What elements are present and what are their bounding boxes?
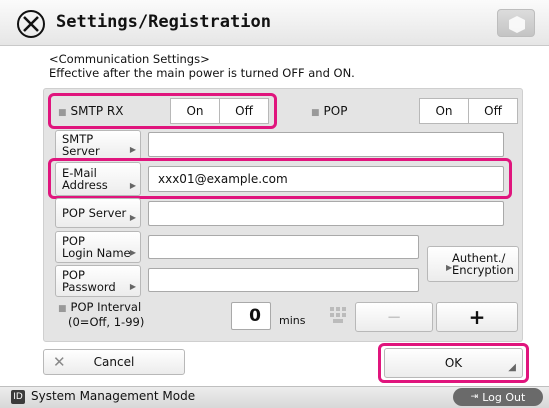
bullet-icon: ■ xyxy=(58,304,67,314)
logout-icon: ⇥ xyxy=(470,392,479,402)
pop-login-name-input[interactable] xyxy=(148,235,419,259)
log-out-label: Log Out xyxy=(482,390,526,404)
pop-off-button[interactable]: Off xyxy=(468,99,517,123)
pop-server-label: POP Server xyxy=(62,206,127,220)
email-highlight xyxy=(48,158,512,199)
settings-wrench-icon xyxy=(17,10,45,38)
smtp-server-label: SMTP Server xyxy=(62,132,100,158)
pop-password-input[interactable] xyxy=(148,268,419,292)
pop-login-name-button[interactable]: POP Login Name ▶ xyxy=(55,231,141,263)
smtp-server-button[interactable]: SMTP Server ▶ xyxy=(55,130,141,160)
numeric-keypad-icon[interactable] xyxy=(329,306,347,324)
smtp-server-input[interactable] xyxy=(148,132,504,157)
chevron-right-icon: ▶ xyxy=(129,145,136,154)
chevron-right-icon: ▶ xyxy=(129,248,136,257)
decrement-button[interactable]: − xyxy=(355,302,433,332)
system-management-id-icon: ID xyxy=(11,390,25,404)
pop-login-label-line2: Login Name xyxy=(62,246,131,260)
increment-button[interactable]: + xyxy=(436,302,518,332)
pop-label: ■ POP xyxy=(311,104,348,118)
authent-encryption-button[interactable]: Authent./ Encryption ▶ xyxy=(427,246,519,282)
chevron-right-icon: ▶ xyxy=(129,213,136,222)
close-icon: ✕ xyxy=(53,353,66,371)
pop-server-button[interactable]: POP Server ▶ xyxy=(55,198,141,228)
authent-label-line2: Encryption xyxy=(452,263,514,277)
ok-highlight xyxy=(378,343,529,383)
cube-menu-button[interactable] xyxy=(497,9,535,37)
page-title: Settings/Registration xyxy=(56,12,271,32)
system-management-mode-label: System Management Mode xyxy=(31,389,196,403)
bullet-icon: ■ xyxy=(311,108,320,118)
section-heading: <Communication Settings> xyxy=(49,52,210,66)
cancel-label: Cancel xyxy=(93,355,135,369)
pop-password-label-line2: Password xyxy=(62,280,116,294)
cube-icon xyxy=(509,16,525,33)
pop-toggle: On Off xyxy=(419,98,518,124)
pop-interval-unit: mins xyxy=(279,314,306,327)
pop-interval-label: ■ POP Interval (0=Off, 1-99) xyxy=(58,300,145,329)
log-out-button[interactable]: ⇥ Log Out xyxy=(453,388,543,406)
pop-interval-value[interactable]: 0 xyxy=(231,302,271,330)
chevron-right-icon: ▶ xyxy=(129,282,136,291)
pop-server-input[interactable] xyxy=(148,201,504,226)
cancel-button[interactable]: ✕ Cancel xyxy=(43,349,185,375)
pop-password-button[interactable]: POP Password ▶ xyxy=(55,265,141,297)
chevron-right-icon: ▶ xyxy=(446,263,453,272)
effective-note: Effective after the main power is turned… xyxy=(49,66,355,80)
smtp-rx-highlight xyxy=(48,93,277,129)
pop-on-button[interactable]: On xyxy=(420,99,468,123)
pop-interval-range: (0=Off, 1-99) xyxy=(68,315,145,329)
